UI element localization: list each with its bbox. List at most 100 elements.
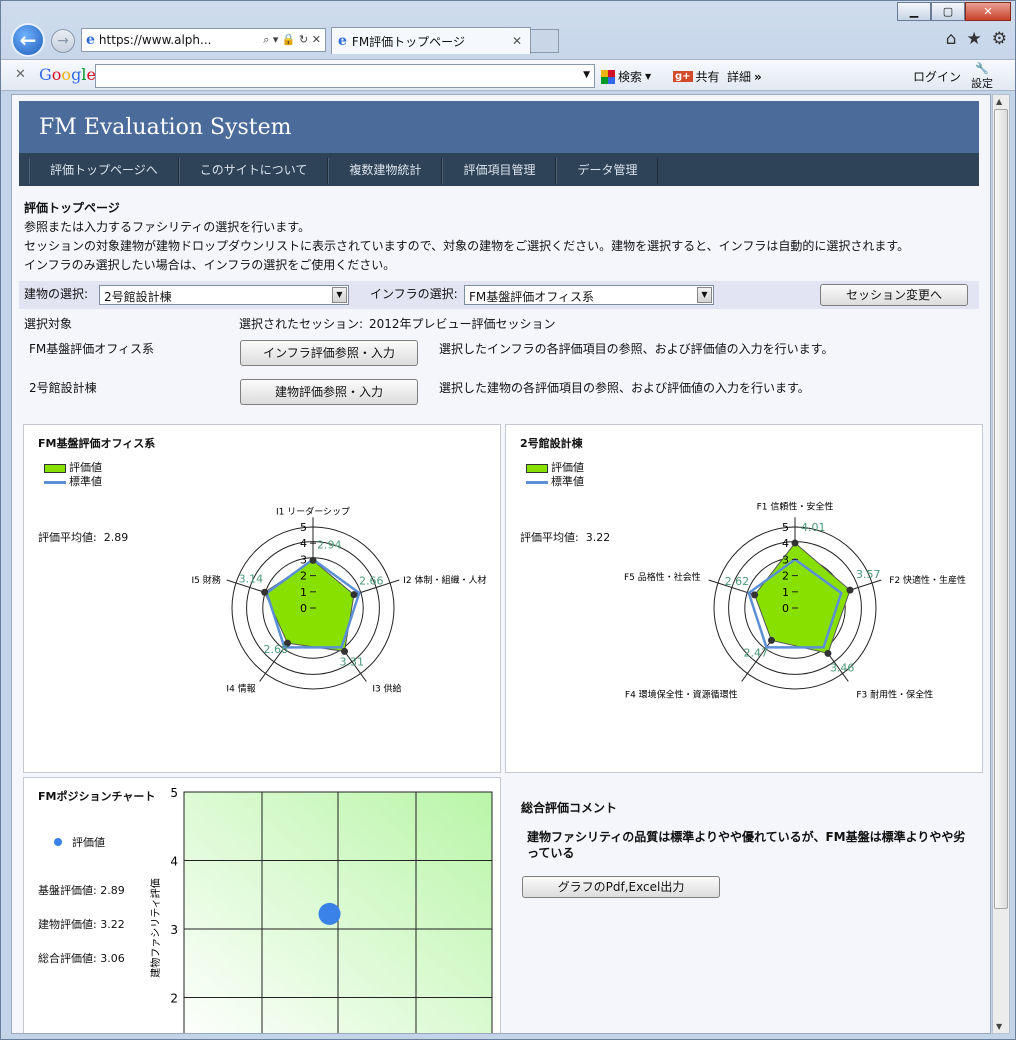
tick-label: 4 (170, 855, 178, 869)
building-radar-panel: 2号館設計棟 評価値 標準値 評価平均値: 3.22 0 1 2 3 4 5 4.01 3.5… (505, 424, 983, 773)
tick-label: 5 (170, 786, 178, 800)
menu-item-data[interactable]: データ管理 (556, 158, 659, 184)
login-button[interactable]: ログイン (913, 68, 961, 85)
data-point (350, 591, 358, 599)
intro-line: インフラのみ選択したい場合は、インフラの選択をご使用ください。 (24, 258, 396, 272)
infra-eval-button[interactable]: インフラ評価参照・入力 (240, 340, 418, 366)
infra-select-value: FM基盤評価オフィス系 (469, 290, 595, 304)
infra-radar-panel: FM基盤評価オフィス系 評価値 標準値 評価平均値: 2.89 0 1 2 3 4 5 2.… (23, 424, 501, 773)
favorites-star-icon[interactable]: ★ (967, 29, 982, 49)
tick-label: 4 (782, 537, 789, 550)
share-button[interactable]: g+ 共有 (673, 68, 720, 85)
scroll-up-icon[interactable]: ▲ (996, 97, 1002, 106)
intro-line: 参照または入力するファシリティの選択を行います。 (24, 220, 311, 234)
wrench-icon: 🔧 (975, 62, 989, 75)
toolbar-close-icon[interactable]: ✕ (15, 67, 26, 82)
target-label: 選択対象 (24, 317, 73, 331)
data-label: 2.94 (317, 538, 342, 551)
back-arrow-icon[interactable]: ← (11, 23, 45, 57)
menu-item-top[interactable]: 評価トップページへ (29, 158, 179, 184)
page-heading: 評価トップページ (24, 201, 120, 215)
tick-label: 3 (782, 553, 789, 566)
new-tab-button[interactable] (531, 29, 559, 53)
forward-arrow-icon[interactable]: → (51, 29, 75, 53)
building-eval-desc: 選択した建物の各評価項目の参照、および評価値の入力を行います。 (439, 381, 810, 395)
menu-item-about[interactable]: このサイトについて (178, 158, 329, 184)
axis-label: F5 品格性・社会性 (624, 571, 701, 583)
comment-text: 建物ファシリティの品質は標準よりやや優れているが、FM基盤は標準よりやや劣ってい… (527, 830, 966, 860)
tick-label: 5 (300, 521, 307, 534)
main-menu: 評価トップページへ このサイトについて 複数建物統計 評価項目管理 データ管理 (19, 153, 979, 186)
address-text[interactable]: https://www.alph... (99, 33, 212, 47)
tab-title: FM評価トップページ (351, 34, 465, 49)
gear-icon[interactable]: ⚙ (992, 29, 1007, 49)
building-select[interactable]: 2号館設計棟 ▼ (99, 285, 349, 305)
scroll-down-icon[interactable]: ▼ (996, 1022, 1002, 1031)
data-point (791, 539, 799, 547)
building-eval-button[interactable]: 建物評価参照・入力 (240, 379, 418, 405)
data-label: 2.47 (743, 646, 768, 659)
chevron-down-icon[interactable]: ▼ (583, 70, 590, 80)
comment-panel: 総合評価コメント 建物ファシリティの品質は標準よりやや優れているが、FM基盤は標… (505, 777, 983, 1033)
data-point (824, 649, 832, 657)
address-tools-icon[interactable]: ⌕ ▾ 🔒 ↻ ✕ (263, 33, 321, 47)
tick-label: 2 (170, 992, 178, 1006)
building-name: 2号館設計棟 (29, 381, 97, 395)
ie-icon: e (86, 32, 95, 48)
data-label: 3.31 (340, 655, 365, 668)
menu-item-items[interactable]: 評価項目管理 (442, 158, 557, 184)
google-logo: Google (39, 65, 96, 84)
settings-button[interactable]: 🔧 設定 (971, 62, 993, 91)
building-select-value: 2号館設計棟 (104, 290, 172, 304)
axis-label: I3 供給 (372, 682, 401, 694)
data-point (846, 586, 854, 594)
building-select-label: 建物の選択: (24, 287, 89, 301)
data-point (341, 647, 349, 655)
axis-label: F1 信頼性・安全性 (757, 500, 834, 512)
home-icon[interactable]: ⌂ (946, 29, 957, 49)
tab-fm-top[interactable]: e FM評価トップページ ✕ (331, 27, 531, 54)
chevron-down-icon[interactable]: ▼ (697, 287, 712, 303)
site-title: FM Evaluation System (19, 101, 979, 153)
browser-window: ▁ ▢ ✕ ← → e https://www.alph... ⌕ ▾ 🔒 ↻ … (0, 0, 1016, 1040)
tick-label: 4 (300, 537, 307, 550)
infra-select-label: インフラの選択: (370, 287, 458, 301)
data-label: 2.62 (725, 575, 750, 588)
tick-label: 0 (300, 602, 307, 615)
axis-label: I1 リーダーシップ (276, 505, 350, 517)
data-label: 3.57 (856, 568, 881, 581)
tick-label: 2 (782, 570, 789, 583)
data-point (751, 591, 759, 599)
more-button[interactable]: 詳細» (727, 68, 762, 85)
address-bar[interactable]: e https://www.alph... ⌕ ▾ 🔒 ↻ ✕ (81, 28, 326, 52)
data-label: 3.14 (239, 572, 263, 585)
radar-chart: 0 1 2 3 4 5 4.01 3.57 3.46 2.47 2.62 F1 信頼性・安全性 F2 快… (624, 500, 966, 700)
google-toolbar: ✕ Google ▼ 検索 ▼ g+ 共有 詳細» ログイン 🔧 設定 (1, 59, 1015, 91)
chevron-down-icon[interactable]: ▼ (332, 287, 347, 303)
tick-label: 3 (170, 923, 178, 937)
session-label: 選択されたセッション: (239, 317, 364, 331)
y-axis-label: 建物ファシリティ評価 (149, 878, 162, 977)
menu-item-stats[interactable]: 複数建物統計 (328, 158, 443, 184)
vertical-scrollbar[interactable]: ▲ ▼ (992, 94, 1010, 1034)
google-search-button[interactable]: 検索 ▼ (601, 68, 651, 85)
tick-label: 1 (782, 586, 789, 599)
share-label: 共有 (695, 70, 720, 84)
close-icon[interactable]: ✕ (965, 2, 1011, 21)
session-change-button[interactable]: セッション変更へ (820, 284, 968, 306)
gplus-icon: g+ (673, 71, 693, 82)
radar-chart: 0 1 2 3 4 5 2.94 2.66 3.31 2.68 3.14 I1 リーダーシップ I2 体… (191, 505, 486, 694)
google-search-input[interactable]: ▼ (95, 64, 595, 88)
intro-section: 評価トップページ 参照または入力するファシリティの選択を行います。 セッションの… (24, 199, 909, 275)
tick-label: 1 (300, 586, 307, 599)
axis-label: I2 体制・組織・人材 (403, 574, 486, 586)
data-label: 3.46 (830, 661, 855, 674)
minimize-icon[interactable]: ▁ (897, 2, 931, 21)
export-button[interactable]: グラフのPdf,Excel出力 (522, 876, 720, 898)
scrollbar-thumb[interactable] (994, 109, 1008, 909)
window-controls: ▁ ▢ ✕ (897, 2, 1011, 21)
tab-close-icon[interactable]: ✕ (512, 34, 522, 48)
ie-icon: e (338, 33, 347, 49)
maximize-icon[interactable]: ▢ (931, 2, 965, 21)
infra-select[interactable]: FM基盤評価オフィス系 ▼ (464, 285, 714, 305)
